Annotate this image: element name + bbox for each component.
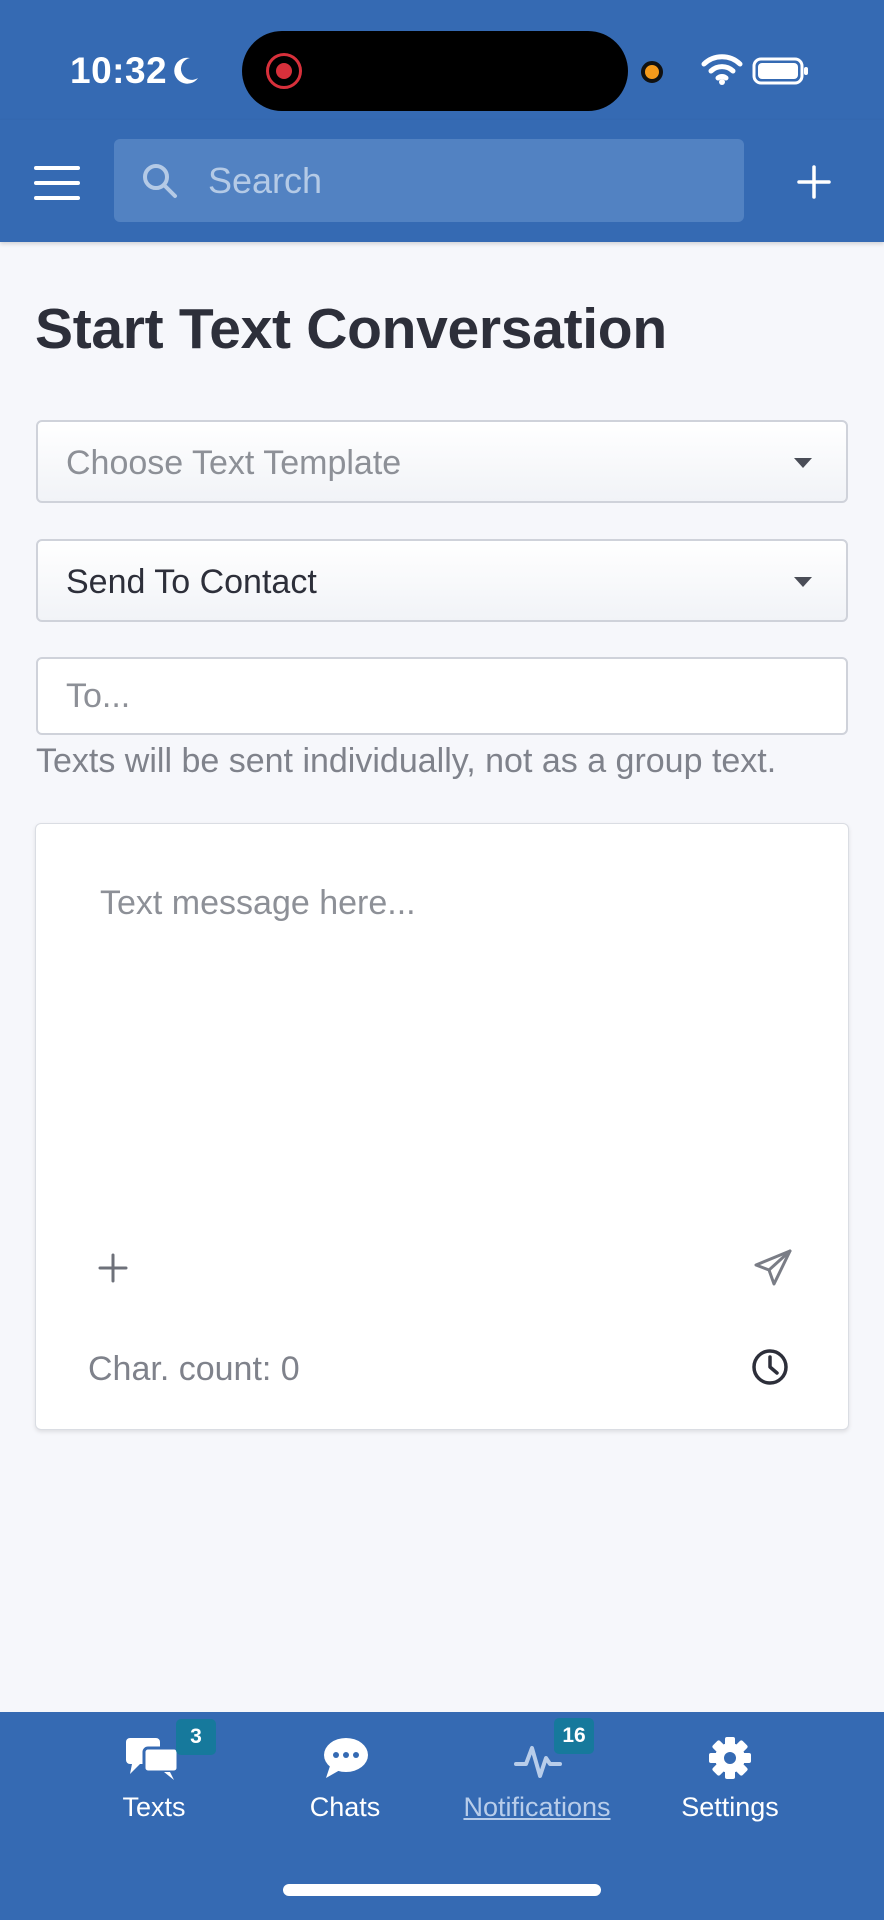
to-input[interactable]	[38, 659, 846, 733]
page-title: Start Text Conversation	[35, 297, 667, 361]
home-indicator	[283, 1884, 601, 1896]
app-bar	[0, 120, 884, 242]
tab-settings[interactable]: Settings	[674, 1712, 786, 1832]
template-select-placeholder: Choose Text Template	[66, 444, 402, 482]
tab-notifications-label: Notifications	[463, 1792, 611, 1822]
tab-texts-label: Texts	[122, 1792, 186, 1822]
chat-bubble-icon	[324, 1738, 368, 1778]
tab-settings-label: Settings	[681, 1792, 779, 1822]
tab-texts[interactable]: 3 Texts	[96, 1712, 216, 1832]
gear-icon	[709, 1737, 751, 1779]
add-icon[interactable]	[796, 164, 832, 200]
notifications-badge: 16	[554, 1718, 594, 1754]
caret-down-icon	[794, 458, 812, 468]
hamburger-menu-icon[interactable]	[34, 166, 80, 202]
tab-notifications[interactable]: 16 Notifications	[454, 1712, 620, 1832]
tab-chats[interactable]: Chats	[290, 1712, 400, 1832]
caret-down-icon	[794, 577, 812, 587]
group-text-helper: Texts will be sent individually, not as …	[36, 742, 777, 780]
message-input[interactable]	[100, 884, 790, 1164]
texts-badge: 3	[176, 1719, 216, 1755]
search-icon	[143, 164, 177, 198]
send-to-select-value: Send To Contact	[66, 563, 317, 601]
clock-icon[interactable]	[750, 1347, 790, 1387]
battery-icon	[752, 57, 808, 85]
bottom-tab-bar: 3 Texts Chats 16 Notifications Settings	[0, 1712, 884, 1920]
search-input[interactable]	[208, 139, 728, 222]
search-box[interactable]	[114, 139, 744, 222]
attach-plus-icon[interactable]	[96, 1251, 130, 1285]
template-select[interactable]: Choose Text Template	[36, 420, 848, 503]
to-field[interactable]	[36, 657, 848, 735]
send-to-select[interactable]: Send To Contact	[36, 539, 848, 622]
moon-icon	[174, 57, 198, 84]
texts-icon	[126, 1738, 180, 1780]
status-bar: 10:32	[0, 0, 884, 120]
screen-recording-icon	[266, 53, 302, 89]
wifi-icon	[701, 54, 743, 85]
status-time: 10:32	[70, 50, 168, 91]
message-composer: Char. count: 0	[35, 823, 849, 1430]
camera-indicator-icon	[641, 61, 663, 83]
send-icon[interactable]	[752, 1247, 794, 1289]
char-count: Char. count: 0	[88, 1350, 300, 1388]
tab-chats-label: Chats	[309, 1792, 381, 1822]
